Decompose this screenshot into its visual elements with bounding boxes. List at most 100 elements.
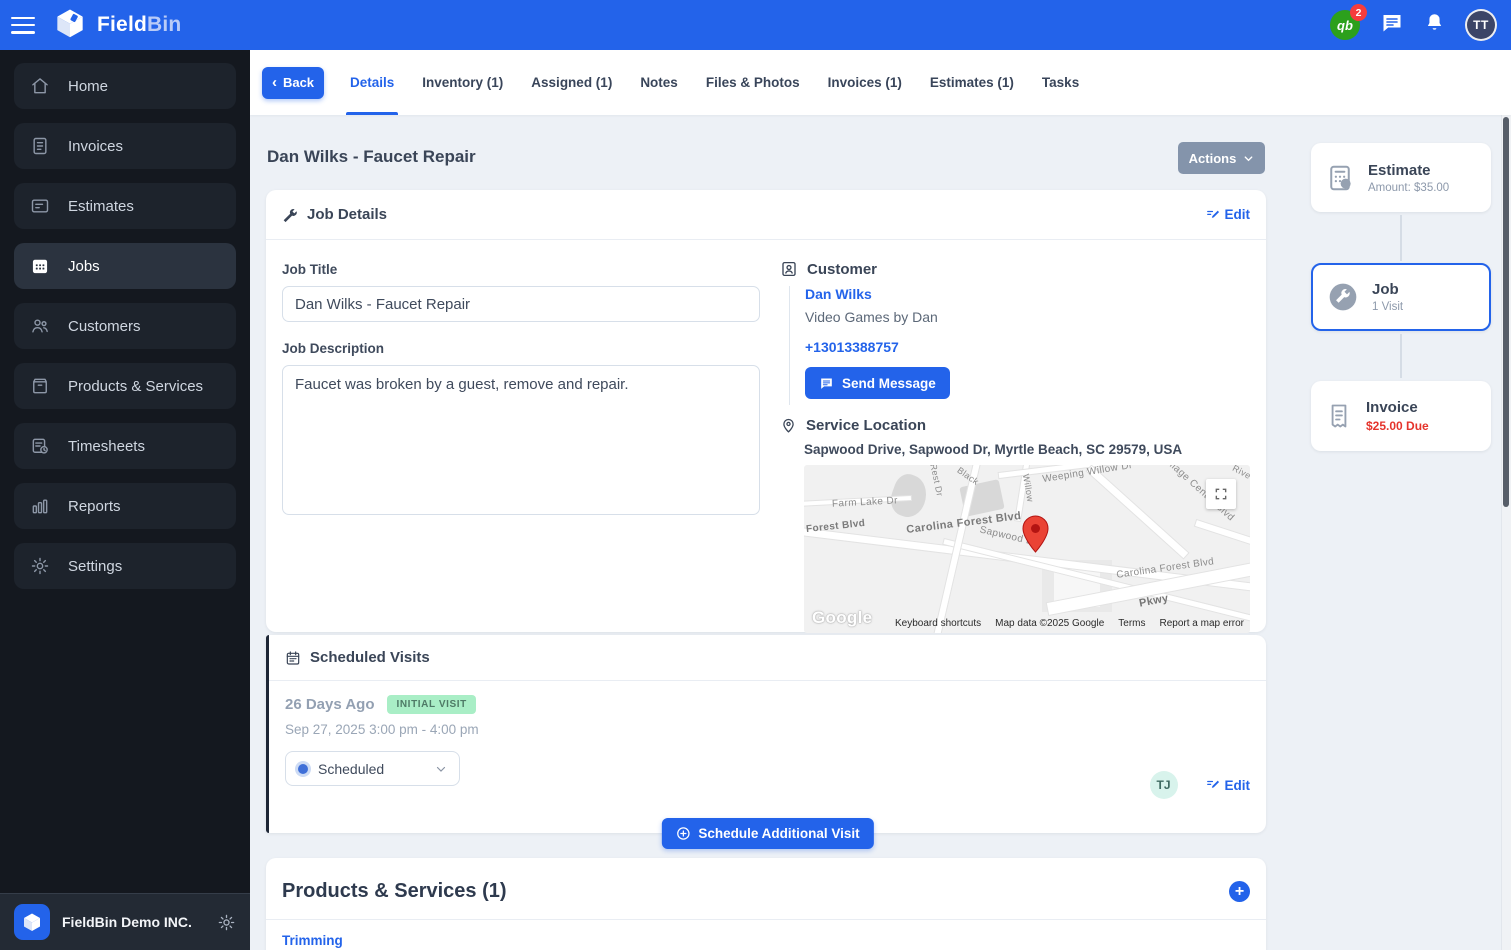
tab-tasks[interactable]: Tasks xyxy=(1042,50,1079,115)
fullscreen-icon xyxy=(1215,488,1227,500)
customers-icon xyxy=(32,319,48,333)
customer-phone-link[interactable]: +13013388757 xyxy=(805,339,1250,355)
map[interactable]: Farm Lake Dr Forest Blvd Carolina Forest… xyxy=(804,465,1250,633)
scrollbar-track[interactable] xyxy=(1501,115,1511,950)
visit-row: 26 Days Ago INITIAL VISIT Sep 27, 2025 3… xyxy=(269,681,1266,800)
service-location-heading: Service Location xyxy=(806,417,927,434)
quickbooks-icon[interactable]: qb 2 xyxy=(1330,4,1367,40)
customer-contact-icon xyxy=(782,261,796,277)
tab-details[interactable]: Details xyxy=(345,50,399,115)
job-details-card: Job Details Edit Job Title Job Descripti… xyxy=(266,190,1266,633)
assignee-avatar[interactable]: TJ xyxy=(1149,771,1178,799)
app-window: FieldBin qb 2 TT Home Invoices Estimates… xyxy=(0,0,1511,950)
tab-notes[interactable]: Notes xyxy=(640,50,678,115)
tab-invoices[interactable]: Invoices (1) xyxy=(828,50,902,115)
messages-icon[interactable] xyxy=(1380,11,1404,40)
sidebar-item-customers[interactable]: Customers xyxy=(14,303,236,349)
brand-name: FieldBin xyxy=(97,13,182,36)
initial-visit-badge: INITIAL VISIT xyxy=(387,695,476,714)
user-avatar[interactable]: TT xyxy=(1465,9,1497,41)
schedule-additional-visit-button[interactable]: Schedule Additional Visit xyxy=(661,818,874,849)
tab-inventory[interactable]: Inventory (1) xyxy=(422,50,503,115)
location-pin-icon xyxy=(783,418,794,433)
visit-edit-button[interactable]: Edit xyxy=(1206,778,1250,793)
topbar: FieldBin qb 2 TT xyxy=(0,0,1511,50)
map-keyboard-shortcuts[interactable]: Keyboard shortcuts xyxy=(895,618,981,629)
job-details-edit-button[interactable]: Edit xyxy=(1206,207,1250,222)
send-message-button[interactable]: Send Message xyxy=(805,367,950,399)
workflow-connector xyxy=(1400,215,1402,261)
workflow-estimate-card[interactable]: $ Estimate Amount: $35.00 xyxy=(1311,143,1491,212)
settings-gear-icon xyxy=(31,557,49,575)
notifications-bell-icon[interactable] xyxy=(1424,11,1445,39)
scheduled-visits-card: Scheduled Visits 26 Days Ago INITIAL VIS… xyxy=(266,635,1266,849)
home-icon xyxy=(32,78,48,94)
timesheets-icon xyxy=(32,438,48,454)
product-item-link[interactable]: Trimming xyxy=(266,920,1266,950)
products-services-card: Products & Services (1) + Trimming xyxy=(266,858,1266,950)
fieldbin-footer-logo-icon xyxy=(14,904,50,940)
job-description-label: Job Description xyxy=(282,341,385,356)
company-name: FieldBin Demo INC. xyxy=(62,914,192,930)
map-fullscreen-button[interactable] xyxy=(1206,479,1236,509)
status-dot-icon xyxy=(298,763,308,774)
hamburger-menu-icon[interactable] xyxy=(11,16,35,34)
sidebar-item-estimates[interactable]: Estimates xyxy=(14,183,236,229)
jobs-calendar-icon xyxy=(32,259,48,274)
tab-files-photos[interactable]: Files & Photos xyxy=(706,50,800,115)
page-title: Dan Wilks - Faucet Repair xyxy=(267,147,476,166)
map-attribution: Keyboard shortcuts Map data ©2025 Google… xyxy=(895,618,1244,629)
job-wrench-icon xyxy=(1329,283,1357,311)
sidebar: Home Invoices Estimates Jobs Customers P… xyxy=(0,50,250,950)
calendar-icon xyxy=(286,650,300,665)
estimates-icon xyxy=(31,199,49,213)
svg-text:$: $ xyxy=(1344,181,1348,188)
plus-circle-icon xyxy=(676,827,690,840)
workflow-invoice-card[interactable]: Invoice $25.00 Due xyxy=(1311,381,1491,451)
map-report-error-link[interactable]: Report a map error xyxy=(1160,618,1244,629)
visit-status-select[interactable]: Scheduled xyxy=(285,751,460,786)
map-pin-icon xyxy=(1022,515,1049,558)
job-description-textarea[interactable] xyxy=(282,365,760,515)
fieldbin-logo-icon xyxy=(51,4,89,47)
estimate-calculator-icon: $ xyxy=(1330,165,1351,190)
customer-name-link[interactable]: Dan Wilks xyxy=(805,286,1250,302)
brand[interactable]: FieldBin xyxy=(51,4,181,47)
quickbooks-badge: 2 xyxy=(1350,4,1367,21)
sidebar-item-settings[interactable]: Settings xyxy=(14,543,236,589)
job-title-label: Job Title xyxy=(282,262,338,277)
chevron-down-icon xyxy=(1244,155,1253,161)
sidebar-item-timesheets[interactable]: Timesheets xyxy=(14,423,236,469)
customer-company: Video Games by Dan xyxy=(805,309,938,325)
edit-icon xyxy=(1206,780,1219,788)
scheduled-visits-heading: Scheduled Visits xyxy=(310,649,430,666)
visit-relative-time: 26 Days Ago xyxy=(285,696,375,713)
map-terms-link[interactable]: Terms xyxy=(1118,618,1145,629)
chevron-left-icon: ‹ xyxy=(271,74,277,91)
sidebar-item-reports[interactable]: Reports xyxy=(14,483,236,529)
chevron-down-icon xyxy=(436,766,446,772)
add-product-button[interactable]: + xyxy=(1229,881,1250,902)
visit-datetime: Sep 27, 2025 3:00 pm - 4:00 pm xyxy=(285,722,479,737)
chat-bubble-icon xyxy=(821,378,832,389)
wrench-icon xyxy=(283,208,297,222)
tab-bar: ‹ Back Details Inventory (1) Assigned (1)… xyxy=(250,50,1511,115)
sidebar-item-home[interactable]: Home xyxy=(14,63,236,109)
scrollbar-thumb[interactable] xyxy=(1503,117,1509,507)
map-data-copyright: Map data ©2025 Google xyxy=(995,618,1105,629)
tab-assigned[interactable]: Assigned (1) xyxy=(531,50,612,115)
sidebar-footer: FieldBin Demo INC. xyxy=(0,893,250,950)
back-button[interactable]: ‹ Back xyxy=(262,66,324,99)
edit-icon xyxy=(1206,210,1219,218)
sidebar-item-invoices[interactable]: Invoices xyxy=(14,123,236,169)
main-content: ‹ Back Details Inventory (1) Assigned (1)… xyxy=(250,50,1511,950)
footer-settings-gear-icon[interactable] xyxy=(217,913,236,932)
actions-button[interactable]: Actions xyxy=(1178,142,1265,174)
sidebar-item-jobs[interactable]: Jobs xyxy=(14,243,236,289)
job-title-input[interactable] xyxy=(282,286,760,322)
products-box-icon xyxy=(33,378,47,394)
tab-estimates[interactable]: Estimates (1) xyxy=(930,50,1014,115)
invoices-icon xyxy=(33,137,47,155)
sidebar-item-products-services[interactable]: Products & Services xyxy=(14,363,236,409)
workflow-job-card[interactable]: Job 1 Visit xyxy=(1311,263,1491,331)
